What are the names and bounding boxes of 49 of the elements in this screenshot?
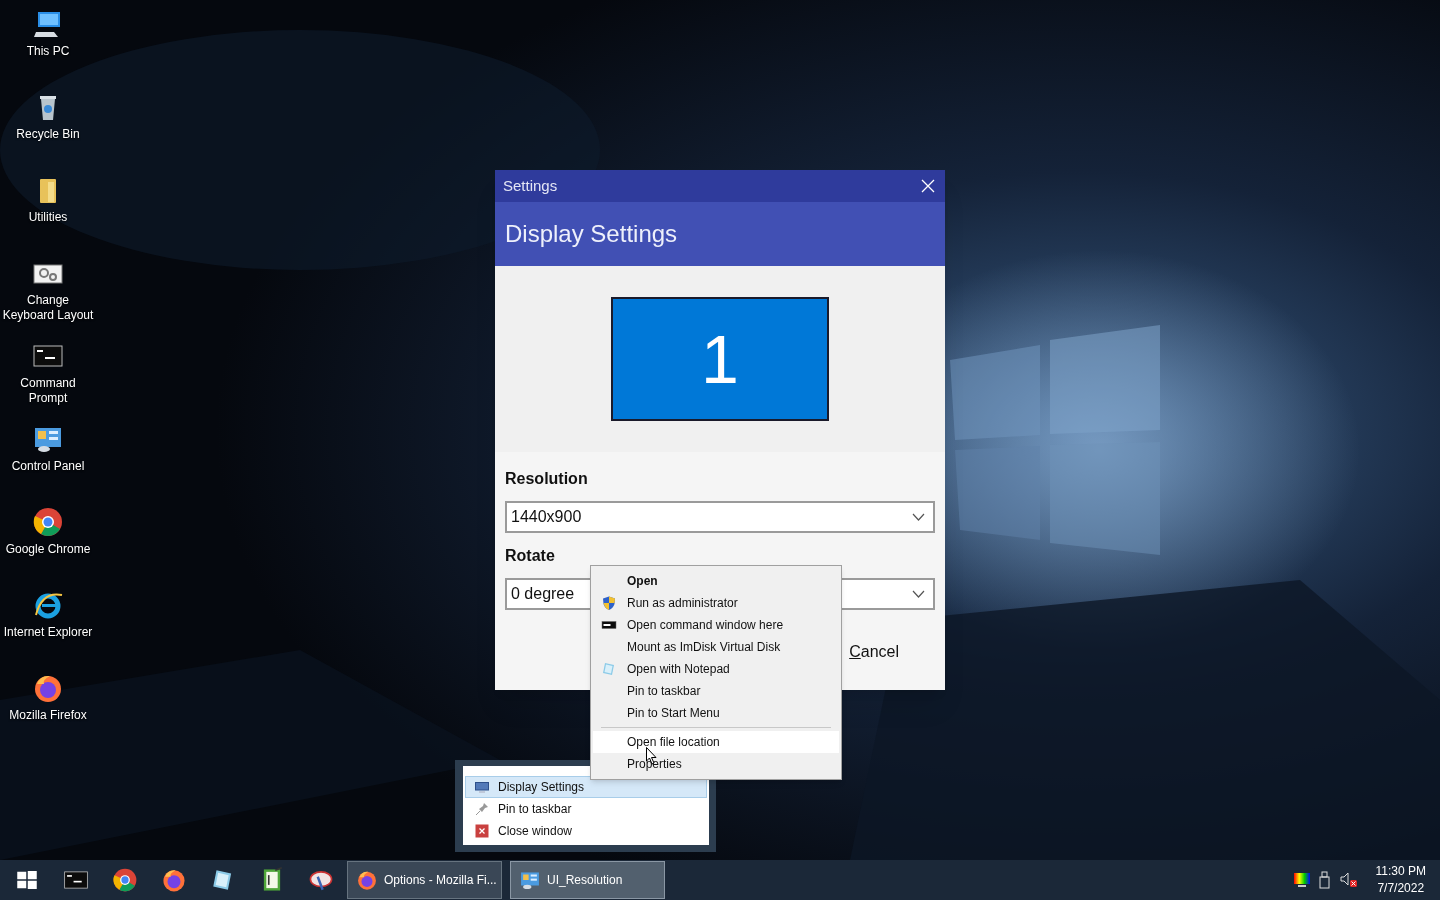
clock-time[interactable]: 11:30 PM: [1375, 863, 1426, 880]
notepad-icon: [601, 661, 617, 677]
control-panel-icon: [519, 869, 541, 891]
browser-icon: [111, 867, 138, 893]
menu-item[interactable]: Open with Notepad: [593, 658, 839, 680]
browser-icon[interactable]: [32, 506, 64, 538]
close-icon: [474, 823, 490, 839]
close-icon: [921, 179, 935, 193]
desktop-icon-label[interactable]: Internet Explorer: [1, 625, 95, 640]
monitor-tile[interactable]: 1: [611, 297, 829, 421]
shield-icon: [601, 595, 617, 611]
taskbar-window-button[interactable]: UI_Resolution: [510, 861, 665, 899]
start-icon: [14, 868, 39, 892]
usb-drive-icon[interactable]: [1317, 871, 1332, 889]
dialog-heading: Display Settings: [505, 219, 678, 249]
desktop-icon-label[interactable]: This PC: [24, 44, 72, 59]
browser-icon: [160, 867, 187, 893]
desktop-icon-label[interactable]: Google Chrome: [3, 542, 93, 557]
chevron-down-icon: [912, 513, 925, 521]
menu-item[interactable]: Properties: [593, 753, 839, 775]
menu-item[interactable]: Pin to Start Menu: [593, 702, 839, 724]
desktop-icon-label[interactable]: Recycle Bin: [14, 127, 82, 142]
menu-item[interactable]: Open: [593, 570, 839, 592]
jump-list-item[interactable]: Display Settings: [465, 776, 707, 798]
jump-list-item[interactable]: Close window: [465, 820, 707, 842]
browser-icon: [356, 869, 378, 891]
desktop-icon-label[interactable]: Mozilla Firefox: [7, 708, 89, 723]
field-label: Resolution: [505, 469, 589, 489]
chevron-down-icon: [912, 590, 925, 598]
jump-list-item[interactable]: Pin to taskbar: [465, 798, 707, 820]
desktop-icon-label[interactable]: Command Prompt: [0, 376, 96, 406]
menu-item[interactable]: Run as administrator: [593, 592, 839, 614]
cancel-button[interactable]: Cancel: [849, 640, 899, 664]
monitor-icon: [474, 779, 490, 795]
window-title: Settings: [503, 175, 558, 196]
color-display-icon[interactable]: [1293, 873, 1310, 887]
menu-item[interactable]: Pin to taskbar: [593, 680, 839, 702]
speaker-muted-icon[interactable]: [1339, 872, 1358, 888]
desktop-icon-label[interactable]: Control Panel: [9, 459, 87, 474]
desktop-icon-label[interactable]: Change Keyboard Layout: [0, 293, 96, 323]
clock-date[interactable]: 7/7/2022: [1377, 880, 1425, 897]
menu-item[interactable]: Open command window here: [593, 614, 839, 636]
field-label: Rotate: [505, 546, 556, 566]
taskbar-window-button[interactable]: Options - Mozilla Fi...: [347, 861, 502, 899]
menu-item[interactable]: Mount as ImDisk Virtual Disk: [593, 636, 839, 658]
pin-icon: [474, 801, 490, 817]
desktop-icon-label[interactable]: Utilities: [26, 210, 70, 225]
dropdown[interactable]: 1440x900: [505, 501, 935, 533]
menu-item[interactable]: Open file location: [593, 731, 839, 753]
